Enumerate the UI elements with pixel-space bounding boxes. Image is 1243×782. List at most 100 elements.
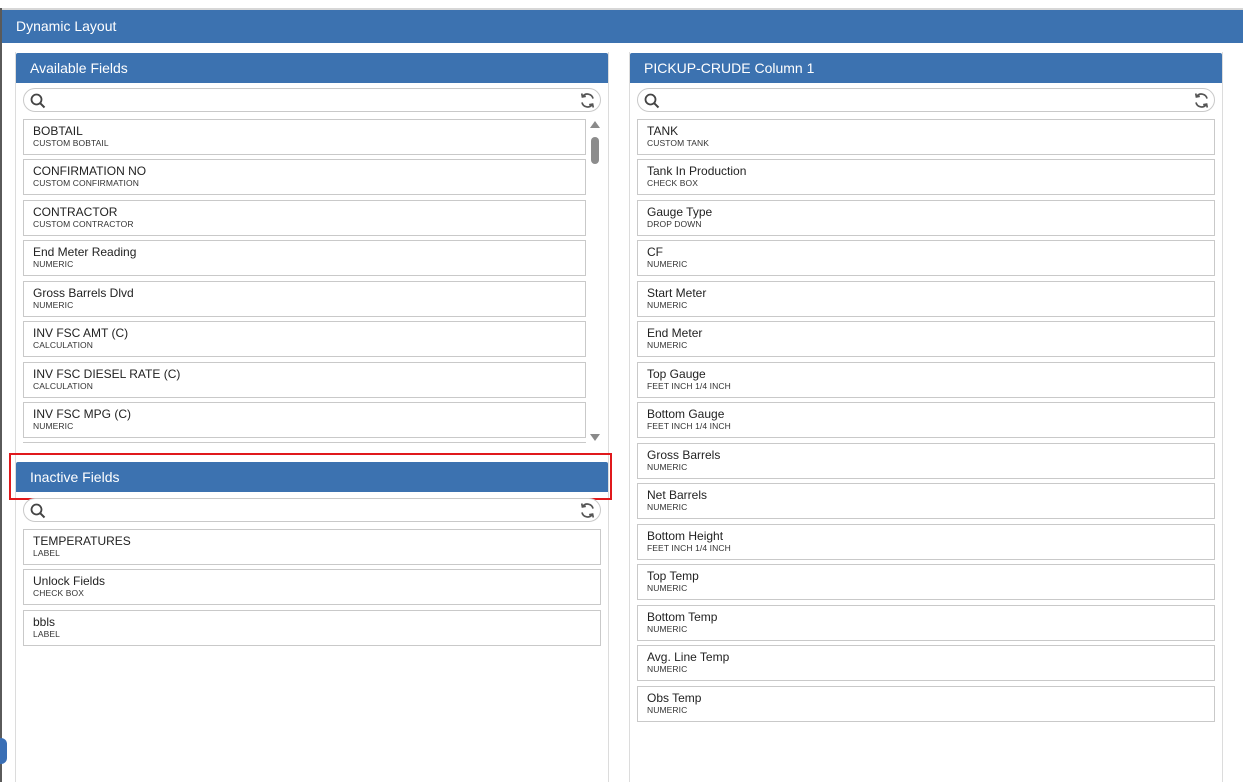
item-type: NUMERIC	[647, 259, 688, 269]
item-name: CONFIRMATION NO	[33, 164, 147, 178]
item-name: Net Barrels	[647, 488, 708, 502]
window-top-border	[0, 0, 1243, 10]
side-tab-handle[interactable]	[0, 738, 7, 764]
item-name: Start Meter	[647, 286, 707, 300]
list-item[interactable]: End Meter Reading NUMERIC	[23, 240, 586, 276]
item-name: Gross Barrels Dlvd	[33, 286, 134, 300]
item-name: INV FSC MPG (C)	[33, 407, 131, 421]
item-type: LABEL	[33, 548, 60, 558]
list-item[interactable]: bbls LABEL	[23, 610, 601, 646]
list-item[interactable]: TEMPERATURES LABEL	[23, 529, 601, 565]
item-name: BOBTAIL	[33, 124, 83, 138]
item-type: NUMERIC	[33, 421, 74, 431]
item-type: NUMERIC	[647, 624, 688, 634]
item-type: LABEL	[33, 629, 60, 639]
list-item[interactable]: Bottom Gauge FEET INCH 1/4 INCH	[637, 402, 1215, 438]
item-name: Gauge Type	[647, 205, 713, 219]
item-name: TANK	[647, 124, 679, 138]
inactive-search-bar	[23, 498, 601, 522]
item-type: CHECK BOX	[647, 178, 698, 188]
item-name: End Meter	[647, 326, 703, 340]
item-name: bbls	[33, 615, 56, 629]
list-item[interactable]: TANK CUSTOM TANK	[637, 119, 1215, 155]
item-name: INV FSC DIESEL RATE (C)	[33, 367, 181, 381]
available-search-bar	[23, 88, 601, 112]
item-name: Bottom Temp	[647, 610, 718, 624]
inactive-search-input[interactable]	[50, 501, 574, 521]
list-item[interactable]: CONFIRMATION NO CUSTOM CONFIRMATION	[23, 159, 586, 195]
item-type: FEET INCH 1/4 INCH	[647, 381, 731, 391]
list-item[interactable]: End Meter NUMERIC	[637, 321, 1215, 357]
list-item[interactable]: Obs Temp NUMERIC	[637, 686, 1215, 722]
column1-fields-list: TANK CUSTOM TANK Tank In Production CHECK …	[637, 119, 1215, 724]
list-item-partial[interactable]	[23, 442, 586, 443]
item-type: CUSTOM BOBTAIL	[33, 138, 109, 148]
refresh-icon[interactable]	[1193, 92, 1210, 109]
available-fields-header: Available Fields	[16, 53, 608, 83]
list-item[interactable]: Unlock Fields CHECK BOX	[23, 569, 601, 605]
list-item[interactable]: INV FSC MPG (C) NUMERIC	[23, 402, 586, 438]
item-name: TEMPERATURES	[33, 534, 131, 548]
item-type: CALCULATION	[33, 381, 93, 391]
refresh-icon[interactable]	[579, 502, 596, 519]
search-icon[interactable]	[30, 503, 46, 519]
column1-search-bar	[637, 88, 1215, 112]
item-type: NUMERIC	[647, 340, 688, 350]
search-icon[interactable]	[644, 93, 660, 109]
list-item[interactable]: INV FSC DIESEL RATE (C) CALCULATION	[23, 362, 586, 398]
search-icon[interactable]	[30, 93, 46, 109]
list-item[interactable]: Net Barrels NUMERIC	[637, 483, 1215, 519]
item-name: Top Gauge	[647, 367, 706, 381]
list-item[interactable]: BOBTAIL CUSTOM BOBTAIL	[23, 119, 586, 155]
list-item[interactable]: Bottom Height FEET INCH 1/4 INCH	[637, 524, 1215, 560]
available-fields-list: BOBTAIL CUSTOM BOBTAIL CONFIRMATION NO CUS…	[23, 119, 586, 443]
list-item[interactable]: Gauge Type DROP DOWN	[637, 200, 1215, 236]
list-item[interactable]: Gross Barrels Dlvd NUMERIC	[23, 281, 586, 317]
item-type: FEET INCH 1/4 INCH	[647, 421, 731, 431]
item-type: NUMERIC	[647, 462, 688, 472]
column1-header: PICKUP-CRUDE Column 1	[630, 53, 1222, 83]
scroll-up-arrow-icon[interactable]	[590, 121, 600, 128]
list-item[interactable]: Start Meter NUMERIC	[637, 281, 1215, 317]
list-item[interactable]: CONTRACTOR CUSTOM CONTRACTOR	[23, 200, 586, 236]
item-name: Tank In Production	[647, 164, 747, 178]
inactive-fields-list: TEMPERATURES LABEL Unlock Fields CHECK BOX…	[23, 529, 601, 649]
item-name: CONTRACTOR	[33, 205, 118, 219]
item-type: NUMERIC	[33, 300, 74, 310]
item-name: Top Temp	[647, 569, 699, 583]
item-type: CHECK BOX	[33, 588, 84, 598]
list-item[interactable]: Tank In Production CHECK BOX	[637, 159, 1215, 195]
list-item[interactable]: INV FSC AMT (C) CALCULATION	[23, 321, 586, 357]
item-name: End Meter Reading	[33, 245, 137, 259]
list-item[interactable]: Bottom Temp NUMERIC	[637, 605, 1215, 641]
available-scrollbar[interactable]	[589, 121, 601, 443]
item-type: NUMERIC	[647, 300, 688, 310]
item-type: NUMERIC	[33, 259, 74, 269]
inactive-header-highlight	[9, 453, 612, 500]
item-name: INV FSC AMT (C)	[33, 326, 129, 340]
list-item[interactable]: CF NUMERIC	[637, 240, 1215, 276]
list-item[interactable]: Top Gauge FEET INCH 1/4 INCH	[637, 362, 1215, 398]
scroll-thumb[interactable]	[591, 137, 599, 164]
item-type: CUSTOM CONFIRMATION	[33, 178, 139, 188]
list-item[interactable]: Gross Barrels NUMERIC	[637, 443, 1215, 479]
available-search-input[interactable]	[50, 91, 574, 111]
list-item[interactable]: Top Temp NUMERIC	[637, 564, 1215, 600]
column1-search-input[interactable]	[664, 91, 1188, 111]
item-type: FEET INCH 1/4 INCH	[647, 543, 731, 553]
item-type: NUMERIC	[647, 705, 688, 715]
item-type: CUSTOM CONTRACTOR	[33, 219, 134, 229]
item-name: Unlock Fields	[33, 574, 106, 588]
window-left-edge	[0, 8, 2, 782]
item-name: Bottom Height	[647, 529, 724, 543]
item-name: Bottom Gauge	[647, 407, 725, 421]
item-name: Gross Barrels	[647, 448, 721, 462]
list-item[interactable]: Avg. Line Temp NUMERIC	[637, 645, 1215, 681]
item-type: NUMERIC	[647, 583, 688, 593]
refresh-icon[interactable]	[579, 92, 596, 109]
item-type: DROP DOWN	[647, 219, 702, 229]
dynamic-layout-title: Dynamic Layout	[2, 10, 1243, 43]
item-type: CALCULATION	[33, 340, 93, 350]
item-type: CUSTOM TANK	[647, 138, 710, 148]
scroll-down-arrow-icon[interactable]	[590, 434, 600, 441]
